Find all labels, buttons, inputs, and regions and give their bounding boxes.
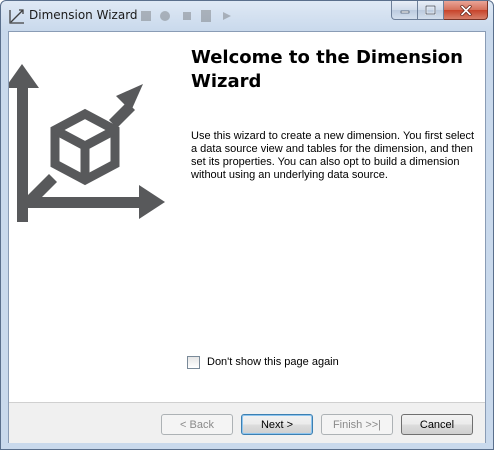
wizard-description: Use this wizard to create a new dimensio… bbox=[191, 130, 475, 181]
dont-show-again-label[interactable]: Don't show this page again bbox=[207, 356, 339, 368]
cancel-button[interactable]: Cancel bbox=[401, 414, 473, 435]
back-button[interactable]: < Back bbox=[161, 414, 233, 435]
maximize-icon bbox=[425, 5, 436, 15]
close-button[interactable] bbox=[444, 1, 488, 20]
dimension-wizard-window: Dimension Wizard Welcome to the Dimensio… bbox=[0, 0, 494, 450]
cube-axes-icon bbox=[9, 64, 165, 222]
wizard-client-area: Welcome to the Dimension Wizard Use this… bbox=[8, 31, 486, 443]
dont-show-again-checkbox[interactable] bbox=[187, 355, 200, 369]
window-title: Dimension Wizard bbox=[29, 8, 138, 22]
minimize-button[interactable] bbox=[391, 1, 418, 20]
title-bar[interactable]: Dimension Wizard bbox=[1, 1, 493, 31]
window-controls bbox=[391, 1, 488, 21]
next-button[interactable]: Next > bbox=[241, 414, 313, 435]
wizard-icon bbox=[9, 9, 24, 24]
maximize-button[interactable] bbox=[418, 1, 444, 20]
wizard-footer: < Back Next > Finish >>| Cancel bbox=[9, 402, 485, 443]
quick-access-toolbar-icon bbox=[141, 10, 231, 22]
minimize-icon bbox=[400, 10, 409, 14]
page-title: Welcome to the Dimension Wizard bbox=[191, 47, 463, 92]
finish-button[interactable]: Finish >>| bbox=[321, 414, 393, 435]
close-icon bbox=[459, 4, 472, 16]
dont-show-again-option[interactable]: Don't show this page again bbox=[187, 354, 339, 370]
